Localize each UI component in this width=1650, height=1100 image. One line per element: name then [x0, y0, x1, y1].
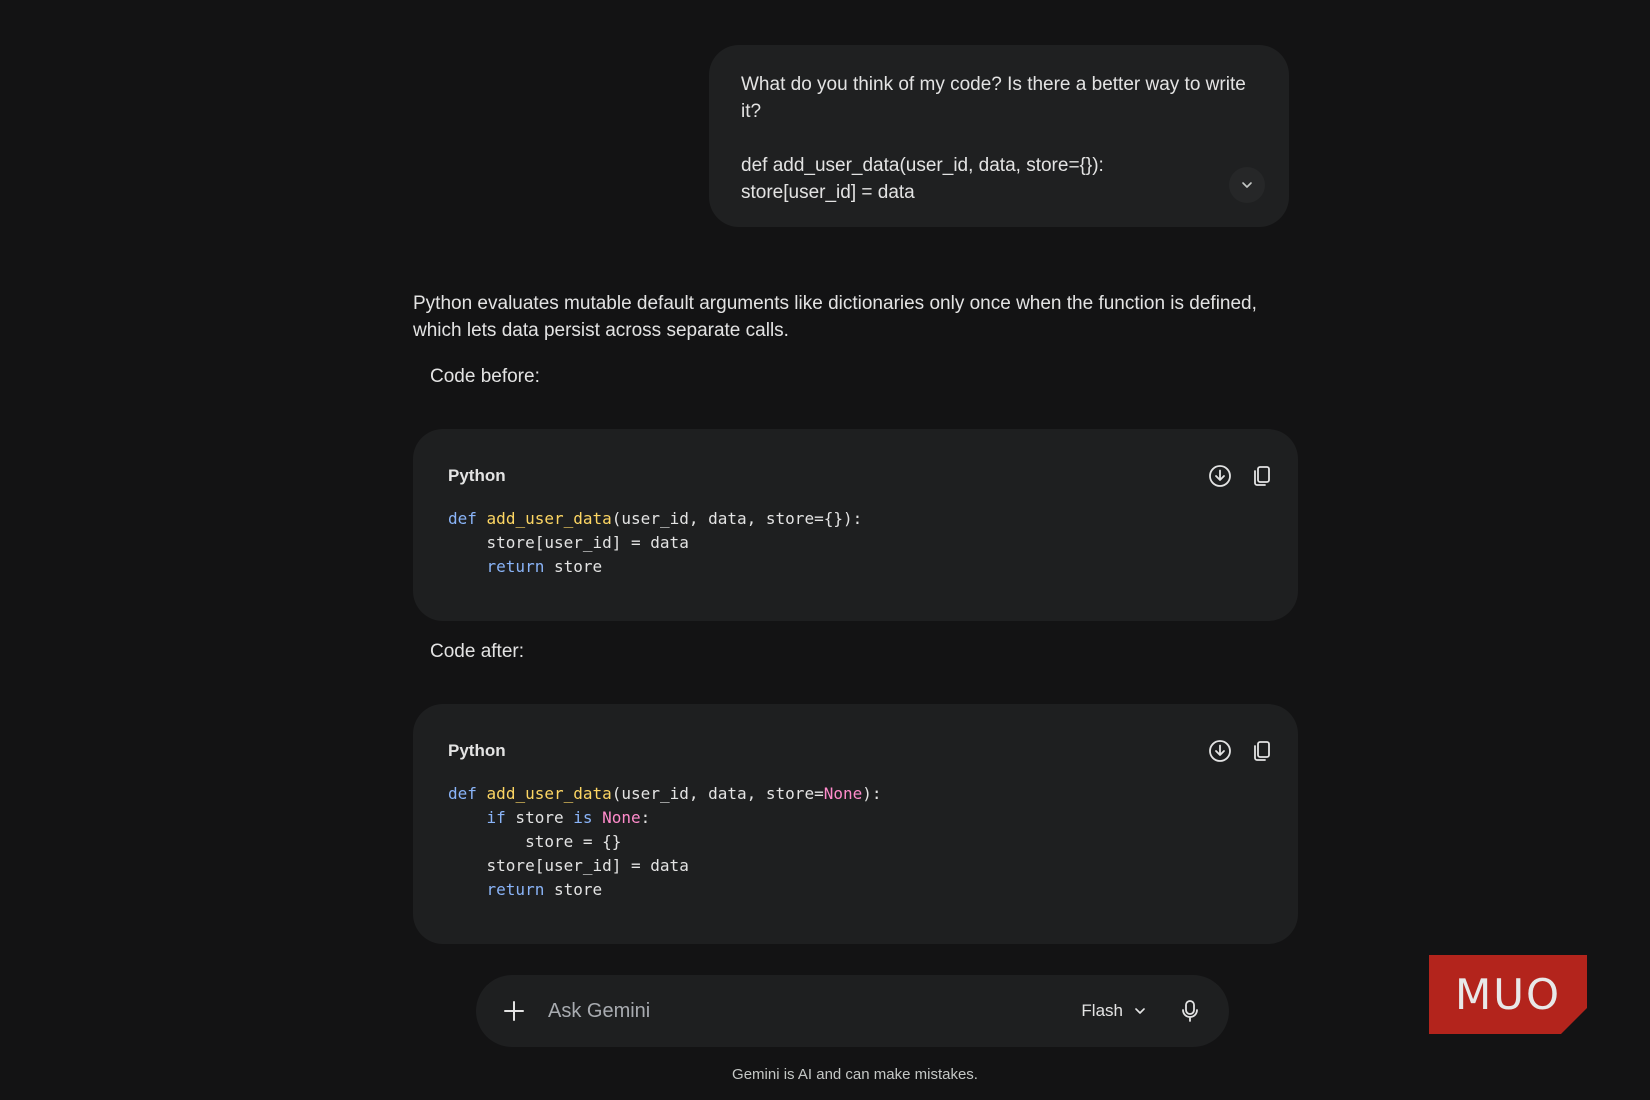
- download-icon: [1209, 740, 1231, 762]
- code-text: store: [505, 808, 574, 827]
- code-keyword: def: [448, 784, 477, 803]
- code-language-label: Python: [448, 466, 506, 485]
- code-actions: [1207, 738, 1275, 764]
- code-keyword: return: [486, 880, 545, 899]
- code-text: (user_id, data, store=: [611, 784, 824, 803]
- response-intro: Python evaluates mutable default argumen…: [413, 293, 1257, 341]
- download-code-button[interactable]: [1207, 463, 1233, 489]
- code-constant: None: [823, 784, 863, 803]
- copy-code-button[interactable]: [1249, 738, 1275, 764]
- code-function-name: add_user_data: [486, 509, 612, 528]
- code-text: store[user_id] = data: [448, 856, 689, 875]
- code-text: store = {}: [448, 832, 622, 851]
- code-text: :: [640, 808, 651, 827]
- prompt-input-bar: Flash: [476, 975, 1229, 1047]
- code-before-label: Code before:: [430, 366, 540, 387]
- code-block-before: Python def add_user_data(user_id, data, …: [413, 429, 1298, 621]
- logo-text: MUO: [1454, 970, 1562, 1019]
- ask-gemini-input[interactable]: [546, 998, 1082, 1024]
- download-code-button[interactable]: [1207, 738, 1233, 764]
- code-text: store: [544, 557, 603, 576]
- code-block-after: Python def add_user_data(user_id, data, …: [413, 704, 1298, 944]
- microphone-button[interactable]: [1175, 996, 1205, 1026]
- user-code-line: store[user_id] = data: [741, 182, 915, 203]
- model-response: Python evaluates mutable default argumen…: [413, 290, 1298, 344]
- logo-corner-cut: [1561, 1008, 1587, 1034]
- code-language-label: Python: [448, 741, 506, 760]
- model-name: Flash: [1081, 1001, 1123, 1020]
- ai-disclaimer: Gemini is AI and can make mistakes.: [732, 1066, 978, 1083]
- code-keyword: return: [486, 557, 545, 576]
- expand-message-button[interactable]: [1229, 167, 1265, 203]
- chevron-down-icon: [1242, 182, 1252, 188]
- code-function-name: add_user_data: [486, 784, 612, 803]
- plus-icon: [504, 1001, 524, 1021]
- code-text: ):: [862, 784, 882, 803]
- copy-icon: [1254, 466, 1270, 486]
- add-attachment-button[interactable]: [496, 993, 532, 1029]
- code-constant: None: [602, 808, 641, 827]
- code-after-label: Code after:: [430, 641, 524, 662]
- gemini-chat-page: What do you think of my code? Is there a…: [0, 0, 1650, 1100]
- user-message-bubble: What do you think of my code? Is there a…: [709, 45, 1289, 227]
- model-selector[interactable]: Flash: [1081, 1001, 1147, 1021]
- code-keyword: def: [448, 509, 477, 528]
- copy-icon: [1254, 741, 1270, 761]
- copy-code-button[interactable]: [1249, 463, 1275, 489]
- microphone-icon: [1182, 1000, 1198, 1022]
- code-block-header: Python: [448, 457, 1270, 495]
- code-text: (user_id, data, store={}):: [611, 509, 863, 528]
- user-question: What do you think of my code? Is there a…: [741, 74, 1246, 122]
- code-text: store: [544, 880, 603, 899]
- code-content: def add_user_data(user_id, data, store=N…: [448, 782, 1263, 902]
- chevron-down-icon: [1135, 1008, 1145, 1014]
- code-keyword: is: [573, 808, 593, 827]
- user-code-line: def add_user_data(user_id, data, store={…: [741, 155, 1104, 176]
- download-icon: [1209, 465, 1231, 487]
- code-content: def add_user_data(user_id, data, store={…: [448, 507, 1263, 579]
- muo-watermark-logo: MUO: [1429, 955, 1587, 1034]
- code-block-header: Python: [448, 732, 1270, 770]
- code-actions: [1207, 463, 1275, 489]
- code-text: store[user_id] = data: [448, 533, 689, 552]
- code-keyword: if: [486, 808, 506, 827]
